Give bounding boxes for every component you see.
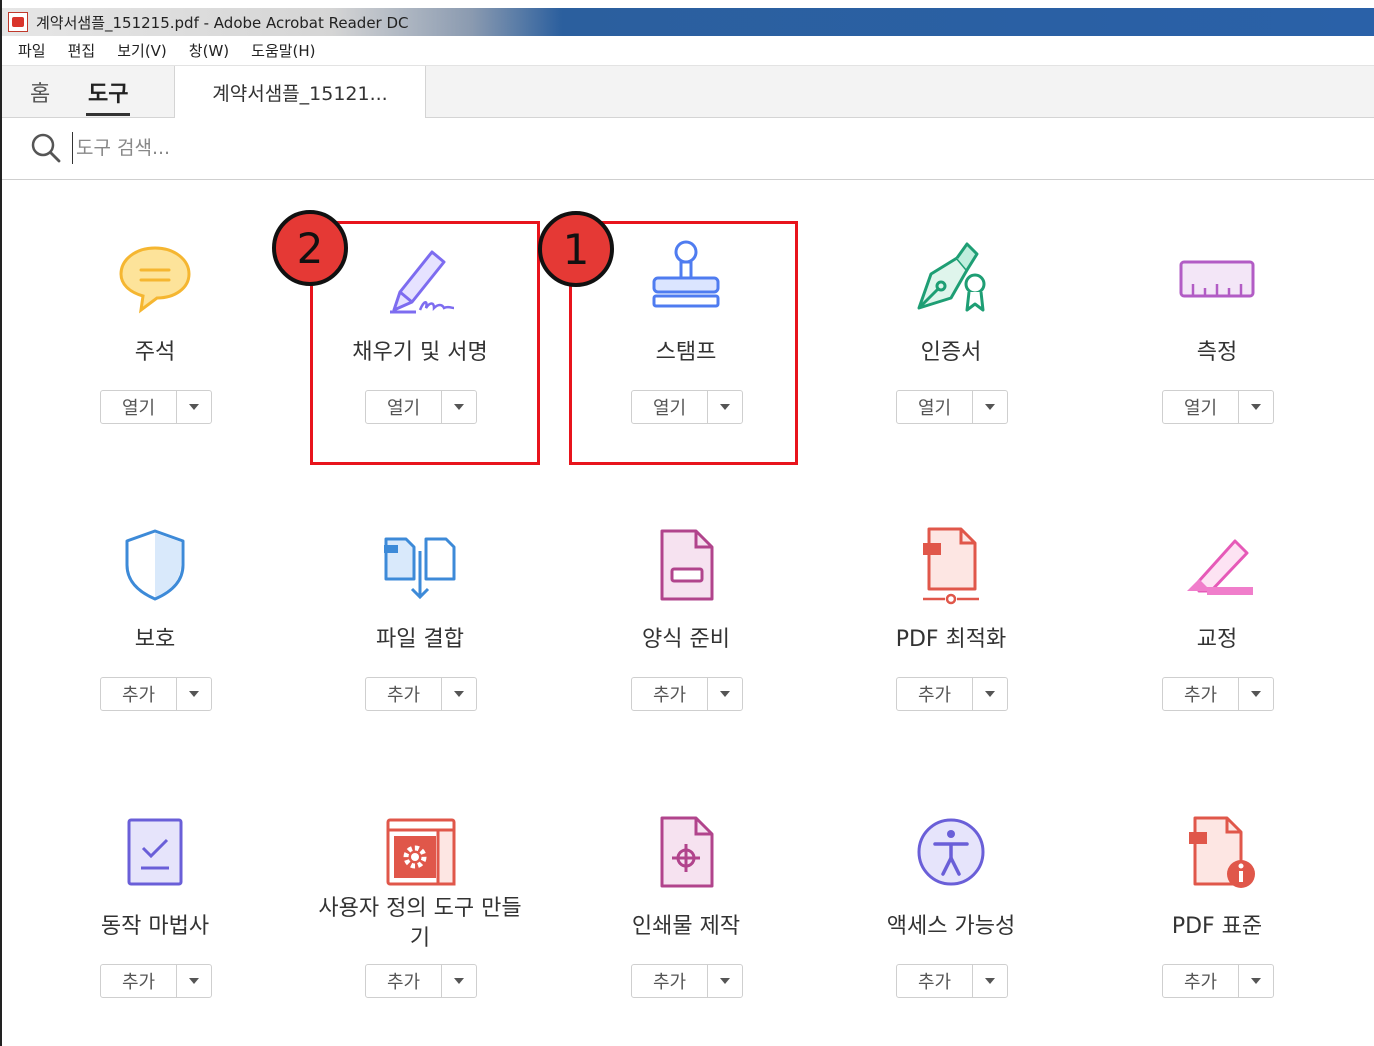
optimize-pdf-icon[interactable]: [911, 525, 991, 605]
acrobat-app-icon: [8, 12, 28, 32]
tab-document[interactable]: 계약서샘플_15121...: [174, 66, 426, 119]
tool-action-wizard-button: 추가: [100, 964, 212, 998]
comment-icon[interactable]: [115, 240, 195, 320]
chevron-down-icon: [189, 691, 199, 697]
chevron-down-icon: [1251, 691, 1261, 697]
chevron-down-icon: [985, 978, 995, 984]
menu-file[interactable]: 파일: [18, 40, 46, 61]
tool-custom-tool-button: 추가: [365, 964, 477, 998]
add-button[interactable]: 추가: [101, 965, 177, 997]
open-button[interactable]: 열기: [1163, 391, 1239, 423]
add-button[interactable]: 추가: [632, 678, 708, 710]
menu-help[interactable]: 도움말(H): [251, 40, 315, 61]
open-button[interactable]: 열기: [897, 391, 973, 423]
tool-label: 동작 마법사: [100, 914, 210, 939]
chevron-down-icon: [454, 978, 464, 984]
chevron-down-icon: [189, 978, 199, 984]
tab-tools[interactable]: 도구: [85, 66, 131, 118]
protect-icon[interactable]: [115, 525, 195, 605]
tool-print-production-button: 추가: [631, 964, 743, 998]
menu-window[interactable]: 창(W): [189, 40, 229, 61]
tool-label: 주석: [134, 340, 176, 365]
chevron-down-icon: [985, 404, 995, 410]
open-button[interactable]: 열기: [101, 391, 177, 423]
print-production-icon[interactable]: [646, 812, 726, 892]
tool-label: 파일 결합: [376, 627, 464, 652]
tool-label: 사용자 정의 도구 만들기: [318, 896, 522, 951]
dropdown-button[interactable]: [708, 678, 742, 710]
measure-icon[interactable]: [1177, 240, 1257, 320]
tool-measure-button: 열기: [1162, 390, 1274, 424]
tool-pdf-standards-button: 추가: [1162, 964, 1274, 998]
tool-protect-button: 추가: [100, 677, 212, 711]
window-title: 계약서샘플_151215.pdf - Adobe Acrobat Reader …: [36, 13, 409, 32]
tool-label: PDF 최적화: [895, 627, 1007, 652]
tool-label: PDF 표준: [1171, 914, 1263, 939]
certificate-icon[interactable]: [911, 238, 991, 318]
action-wizard-icon[interactable]: [115, 812, 195, 892]
dropdown-button[interactable]: [1239, 678, 1273, 710]
tool-accessibility-button: 추가: [896, 964, 1008, 998]
chevron-down-icon: [985, 691, 995, 697]
combine-files-icon[interactable]: [380, 525, 460, 605]
chevron-down-icon: [189, 404, 199, 410]
dropdown-button[interactable]: [177, 965, 211, 997]
title-bar[interactable]: 계약서샘플_151215.pdf - Adobe Acrobat Reader …: [2, 8, 1374, 36]
tool-label: 인쇄물 제작: [631, 914, 741, 939]
pdf-standards-icon[interactable]: [1177, 812, 1257, 892]
dropdown-button[interactable]: [708, 965, 742, 997]
tool-combine-files-button: 추가: [365, 677, 477, 711]
tool-certificate-button: 열기: [896, 390, 1008, 424]
custom-tool-icon[interactable]: [380, 814, 460, 894]
search-icon: [31, 133, 61, 163]
tool-search-input[interactable]: [72, 132, 672, 164]
tool-optimize-pdf-button: 추가: [896, 677, 1008, 711]
acrobat-window: 계약서샘플_151215.pdf - Adobe Acrobat Reader …: [0, 0, 1374, 1046]
menu-edit[interactable]: 편집: [68, 40, 96, 61]
dropdown-button[interactable]: [973, 678, 1007, 710]
dropdown-button[interactable]: [1239, 391, 1273, 423]
prepare-form-icon[interactable]: [646, 525, 726, 605]
dropdown-button[interactable]: [442, 678, 476, 710]
step-badge-2: 2: [272, 210, 348, 286]
tool-label: 액세스 가능성: [886, 914, 1016, 939]
chevron-down-icon: [1251, 978, 1261, 984]
dropdown-button[interactable]: [177, 678, 211, 710]
add-button[interactable]: 추가: [897, 678, 973, 710]
add-button[interactable]: 추가: [366, 678, 442, 710]
tab-home[interactable]: 홈: [30, 66, 50, 118]
dropdown-button[interactable]: [1239, 965, 1273, 997]
dropdown-button[interactable]: [973, 965, 1007, 997]
add-button[interactable]: 추가: [1163, 678, 1239, 710]
step-badge-1: 1: [538, 211, 614, 287]
add-button[interactable]: 추가: [897, 965, 973, 997]
add-button[interactable]: 추가: [366, 965, 442, 997]
tool-prepare-form-button: 추가: [631, 677, 743, 711]
tool-label: 보호: [134, 627, 176, 652]
chevron-down-icon: [720, 978, 730, 984]
menu-view[interactable]: 보기(V): [117, 40, 167, 61]
add-button[interactable]: 추가: [101, 678, 177, 710]
dropdown-button[interactable]: [442, 965, 476, 997]
add-button[interactable]: 추가: [1163, 965, 1239, 997]
dropdown-button[interactable]: [177, 391, 211, 423]
tool-label: 교정: [1196, 627, 1238, 652]
tool-redact-button: 추가: [1162, 677, 1274, 711]
tab-bar: 홈 도구 계약서샘플_15121...: [2, 66, 1374, 119]
tool-label: 양식 준비: [642, 627, 730, 652]
add-button[interactable]: 추가: [632, 965, 708, 997]
tool-label: 측정: [1196, 340, 1238, 365]
redact-icon[interactable]: [1177, 525, 1257, 605]
tool-comment-button: 열기: [100, 390, 212, 424]
tool-search-bar: [2, 118, 1374, 180]
chevron-down-icon: [454, 691, 464, 697]
menu-bar: 파일 편집 보기(V) 창(W) 도움말(H): [2, 36, 1374, 66]
tool-label: 인증서: [920, 340, 982, 365]
chevron-down-icon: [720, 691, 730, 697]
dropdown-button[interactable]: [973, 391, 1007, 423]
chevron-down-icon: [1251, 404, 1261, 410]
accessibility-icon[interactable]: [911, 812, 991, 892]
